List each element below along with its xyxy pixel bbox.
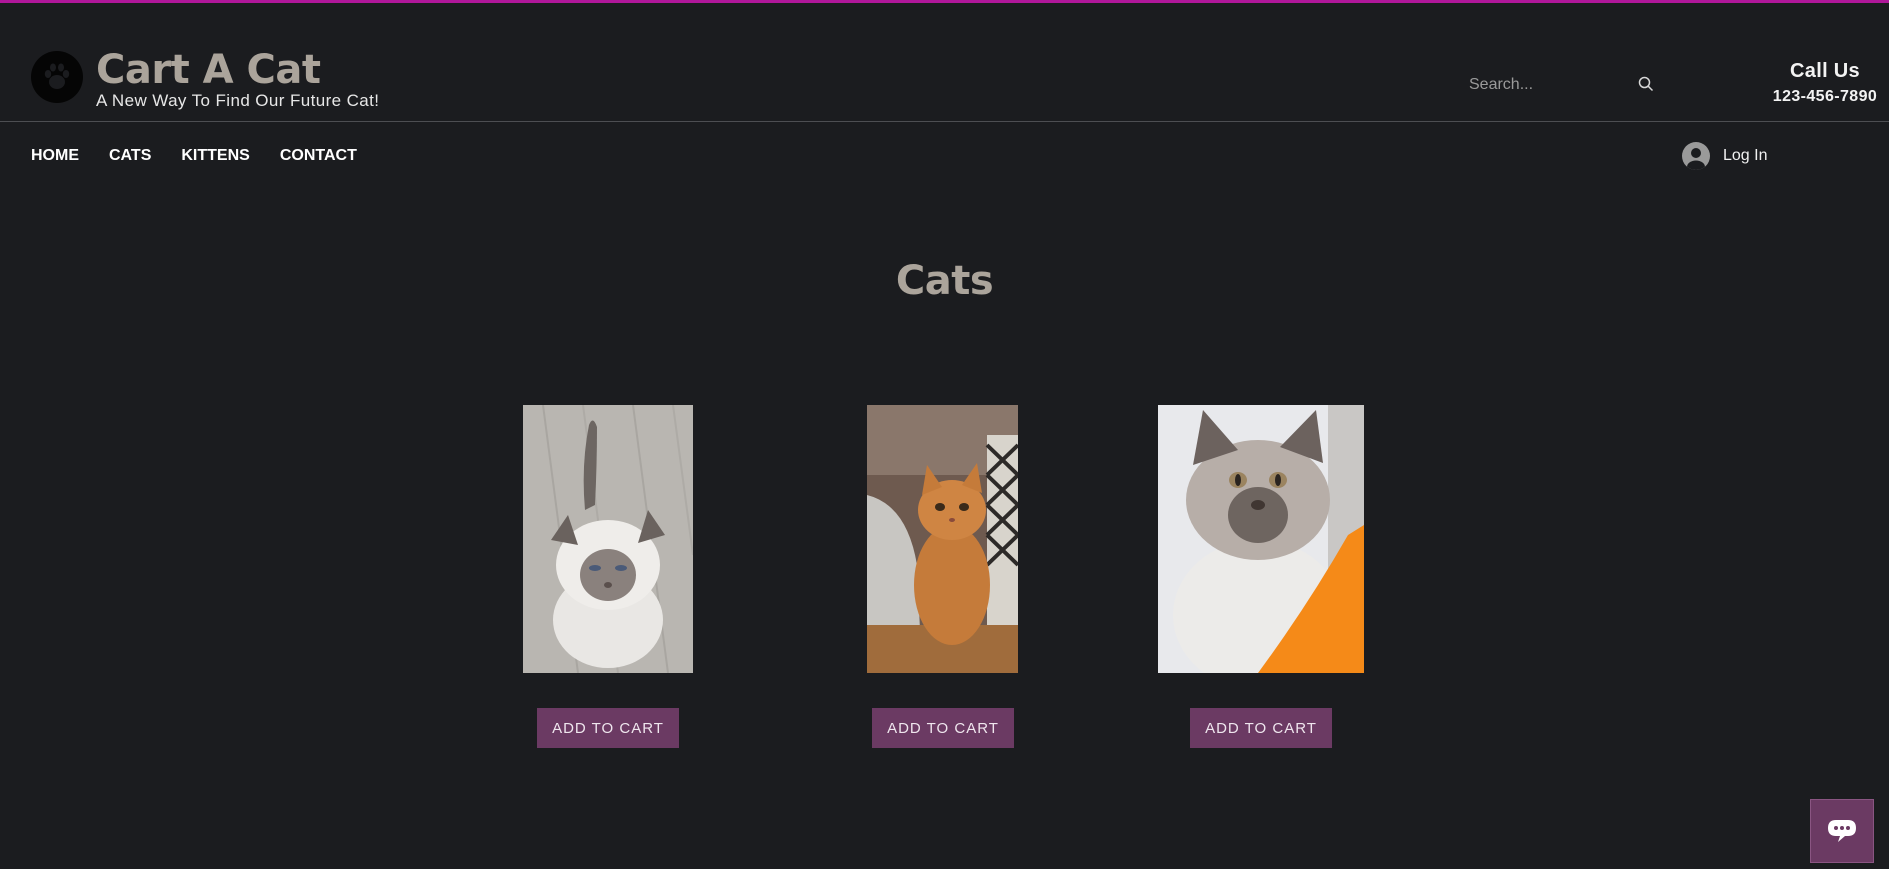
page-title: Cats [895,258,994,304]
product-image-siamese-kitten[interactable] [523,405,693,673]
nav-item-cats[interactable]: CATS [109,146,151,168]
nav-item-home[interactable]: HOME [31,146,79,168]
login-button[interactable]: Log In [1682,140,1767,172]
add-to-cart-button[interactable]: ADD TO CART [537,708,679,748]
site-tagline: A New Way To Find Our Future Cat! [96,91,380,110]
add-to-cart-button[interactable]: ADD TO CART [1190,708,1332,748]
product-image-british-shorthair[interactable] [1158,405,1364,673]
site-title[interactable]: Cart A Cat [96,46,321,94]
nav-item-kittens[interactable]: KITTENS [181,146,249,168]
site-logo[interactable] [31,51,83,103]
nav-item-contact[interactable]: CONTACT [280,146,357,168]
chat-button[interactable] [1810,799,1874,863]
search-input[interactable] [1467,71,1631,99]
add-to-cart-button[interactable]: ADD TO CART [872,708,1014,748]
search-bar [1467,71,1657,99]
call-us-label: Call Us [1790,60,1860,82]
product-image-orange-tabby[interactable] [867,405,1018,673]
chat-bubble-icon [1828,820,1856,842]
login-label: Log In [1723,147,1768,164]
user-avatar-icon [1682,142,1710,170]
paw-icon [44,63,70,89]
phone-number[interactable]: 123-456-7890 [1745,88,1889,106]
search-icon[interactable] [1637,75,1655,93]
header-divider [0,121,1889,122]
main-nav: HOME CATS KITTENS CONTACT [31,146,387,168]
